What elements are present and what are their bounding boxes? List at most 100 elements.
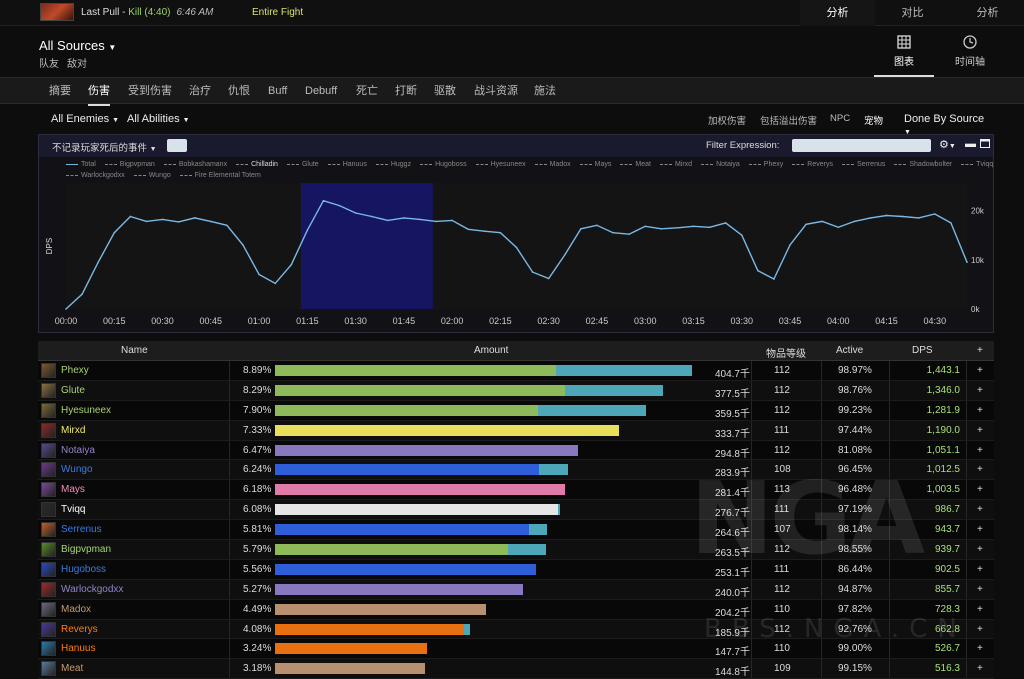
data-point[interactable] <box>483 230 486 233</box>
data-point[interactable] <box>386 219 389 222</box>
data-point[interactable] <box>724 222 727 224</box>
data-point[interactable] <box>563 254 566 256</box>
data-point[interactable] <box>547 277 550 280</box>
data-point[interactable] <box>145 220 148 223</box>
enemy-filter[interactable]: 敌对 <box>67 59 87 70</box>
data-point[interactable] <box>65 308 67 310</box>
add-button[interactable]: + <box>977 504 983 515</box>
tab-threat[interactable]: 仇恨 <box>228 78 250 104</box>
add-button[interactable]: + <box>977 484 983 495</box>
filter-expression-input[interactable] <box>792 139 931 152</box>
player-name[interactable]: Madox <box>61 604 91 615</box>
friendly-filter[interactable]: 队友 <box>39 59 59 70</box>
legend-item[interactable]: Reverys <box>792 161 833 168</box>
tab-summary[interactable]: 摘要 <box>49 78 71 104</box>
tab-casts[interactable]: 施法 <box>534 78 556 104</box>
pets-toggle[interactable]: 宠物 <box>864 113 883 127</box>
tab-interrupts[interactable]: 打断 <box>395 78 417 104</box>
fight-selector[interactable]: Entire Fight <box>252 7 303 18</box>
legend-item[interactable]: Warlockgodxx <box>66 172 125 179</box>
source-selector[interactable]: All Sources ▼ <box>39 38 116 53</box>
add-button[interactable]: + <box>977 564 983 575</box>
tab-healing[interactable]: 治疗 <box>189 78 211 104</box>
data-point[interactable] <box>580 227 582 230</box>
data-point[interactable] <box>242 244 244 246</box>
player-name[interactable]: Mays <box>61 484 85 495</box>
data-point[interactable] <box>596 224 598 227</box>
data-point[interactable] <box>821 220 823 223</box>
data-point[interactable] <box>419 218 421 221</box>
add-button[interactable]: + <box>977 405 983 416</box>
tab-resources[interactable]: 战斗资源 <box>474 78 518 104</box>
tab-damage-taken[interactable]: 受到伤害 <box>128 78 172 104</box>
data-point[interactable] <box>708 226 711 229</box>
data-point[interactable] <box>805 223 807 226</box>
add-button[interactable]: + <box>977 604 983 615</box>
legend-item[interactable]: Huggz <box>375 161 411 168</box>
data-point[interactable] <box>113 231 116 234</box>
add-button[interactable]: + <box>977 425 983 436</box>
player-name[interactable]: Warlockgodxx <box>61 584 123 595</box>
tab-dispels[interactable]: 驱散 <box>434 78 456 104</box>
minimize-icon[interactable]: ▬ <box>965 138 976 150</box>
header-name[interactable]: Name <box>121 345 148 356</box>
table-row[interactable]: Mirxd 7.33% 333.7千 111 97.44% 1,190.0 + <box>38 420 994 441</box>
player-name[interactable]: Hanuus <box>61 643 95 654</box>
tab-compare[interactable]: 对比 <box>875 0 950 26</box>
view-timeline-button[interactable]: 时间轴 <box>940 35 1000 68</box>
data-point[interactable] <box>885 214 888 217</box>
data-point[interactable] <box>177 221 180 223</box>
data-point[interactable] <box>290 263 293 266</box>
data-point[interactable] <box>966 261 968 264</box>
data-point[interactable] <box>435 220 437 223</box>
maximize-icon[interactable] <box>980 138 990 151</box>
weighted-damage-toggle[interactable]: 加权伤害 <box>708 113 746 127</box>
legend-item[interactable]: Tviqq <box>961 161 993 168</box>
data-point[interactable] <box>97 261 99 264</box>
legend-item[interactable]: Notaiya <box>701 161 740 168</box>
add-button[interactable]: + <box>977 584 983 595</box>
event-filter-checkbox[interactable] <box>167 139 187 152</box>
legend-item[interactable]: Hugoboss <box>420 161 467 168</box>
legend-item[interactable]: Meat <box>620 161 651 168</box>
data-point[interactable] <box>740 234 743 236</box>
table-row[interactable]: Glute 8.29% 377.5千 112 98.76% 1,346.0 + <box>38 380 994 401</box>
pull-selector[interactable]: Last Pull - Kill (4:40) 6:46 AM <box>81 7 213 18</box>
data-point[interactable] <box>644 225 647 228</box>
event-filter-dropdown[interactable]: 不记录玩家死后的事件 ▼ <box>52 140 157 154</box>
header-amount[interactable]: Amount <box>474 345 508 356</box>
data-point[interactable] <box>258 273 260 276</box>
legend-item[interactable]: Hyesuneex <box>475 161 526 168</box>
data-point[interactable] <box>322 199 325 202</box>
table-row[interactable]: Notaiya 6.47% 294.8千 112 81.08% 1,051.1 + <box>38 440 994 461</box>
data-point[interactable] <box>692 225 695 228</box>
data-point[interactable] <box>612 231 614 234</box>
add-button[interactable]: + <box>977 445 983 456</box>
data-point[interactable] <box>210 220 212 223</box>
legend-item[interactable]: Mays <box>579 161 611 168</box>
data-point[interactable] <box>757 269 759 272</box>
table-row[interactable]: Hyesuneex 7.90% 359.5千 112 99.23% 1,281.9 + <box>38 400 994 421</box>
add-button[interactable]: + <box>977 385 983 396</box>
add-button[interactable]: + <box>977 464 983 475</box>
data-point[interactable] <box>129 215 132 218</box>
add-button[interactable]: + <box>977 624 983 635</box>
data-point[interactable] <box>853 220 856 223</box>
table-row[interactable]: Meat 3.18% 144.8千 109 99.15% 516.3 + <box>38 659 994 679</box>
table-row[interactable]: Warlockgodxx 5.27% 240.0千 112 94.87% 855.7 + <box>38 579 994 600</box>
header-active[interactable]: Active <box>836 345 863 356</box>
data-point[interactable] <box>274 282 276 285</box>
player-name[interactable]: Serrenus <box>61 524 102 535</box>
legend-item[interactable]: Fire Elemental Totem <box>179 172 261 179</box>
player-name[interactable]: Notaiya <box>61 445 95 456</box>
gear-icon[interactable]: ⚙▼ <box>939 138 956 151</box>
data-point[interactable] <box>193 217 196 219</box>
data-point[interactable] <box>950 222 952 224</box>
tab-buffs[interactable]: Buff <box>268 78 287 104</box>
data-point[interactable] <box>934 213 936 215</box>
legend-item[interactable]: Bobkashamanx <box>163 161 227 168</box>
data-point[interactable] <box>789 244 791 246</box>
legend-item[interactable]: Total <box>66 161 96 168</box>
player-name[interactable]: Meat <box>61 663 83 674</box>
legend-item[interactable]: Madox <box>534 161 571 168</box>
